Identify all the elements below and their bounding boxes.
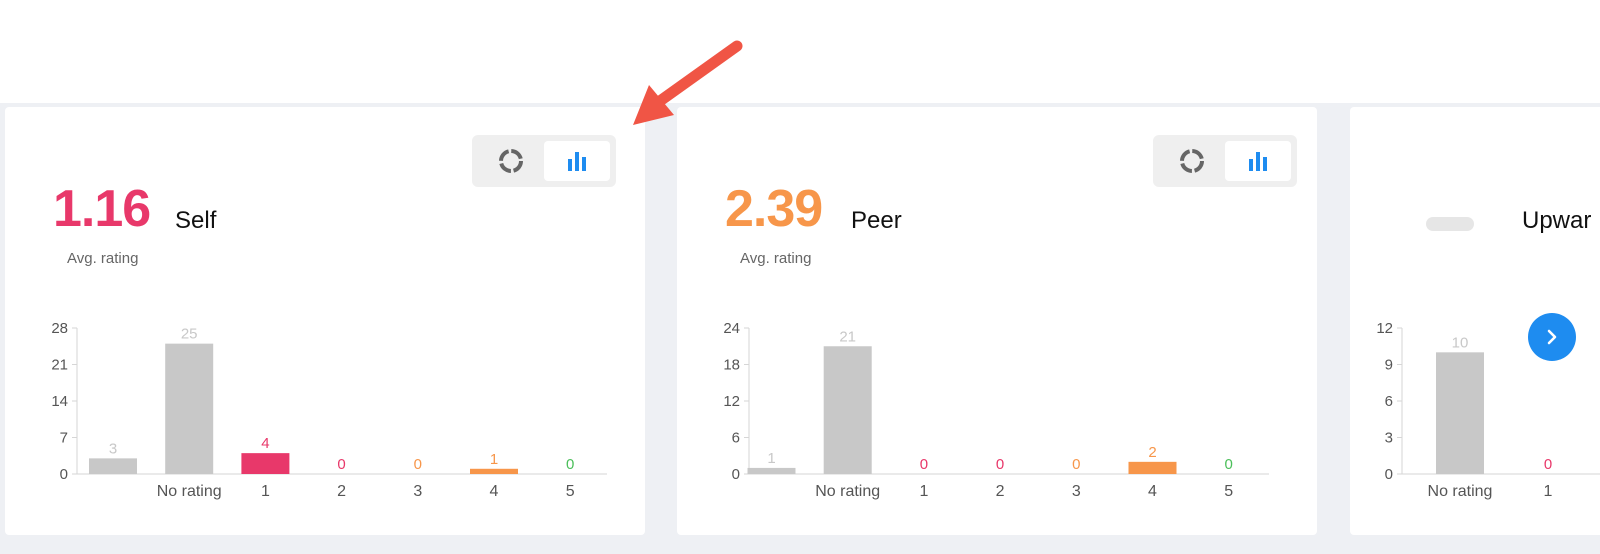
bar[interactable] (241, 453, 290, 474)
rating-distribution-chart: 06121824121No rating0102032405 (723, 320, 1269, 500)
x-tick-label: No rating (157, 483, 222, 500)
upward-rating-card: Upwar 0 3 6 9 12 10 No rating 0 1 (1350, 107, 1600, 535)
x-tick-label: 1 (919, 483, 928, 500)
bar-value-label: 21 (839, 328, 856, 345)
x-tick-label: 1 (261, 483, 270, 500)
y-tick-label: 28 (51, 320, 68, 337)
y-tick-label: 6 (732, 430, 740, 447)
y-tick-label: 12 (723, 393, 740, 410)
x-tick-label: No rating (815, 483, 880, 500)
bar-value-label: 0 (920, 456, 928, 473)
bar[interactable] (470, 468, 518, 474)
bar-value-label: 10 (1452, 334, 1469, 351)
bar-value-label: 2 (1148, 444, 1156, 461)
bar-value-label: 1 (767, 450, 775, 467)
y-tick-label: 18 (723, 357, 740, 374)
bar-value-label: 0 (996, 456, 1004, 473)
x-tick-label: 3 (413, 483, 422, 500)
x-tick-label: 1 (1544, 483, 1553, 500)
bar-value-label: 0 (1072, 456, 1080, 473)
peer-rating-card: 2.39 Peer Avg. rating 0 6 12 18 24 1 21 No rati… (677, 107, 1317, 535)
x-tick-label: 2 (337, 483, 346, 500)
y-tick-label: 21 (51, 357, 68, 374)
bar-value-label: 0 (566, 456, 574, 473)
bar-value-label: 4 (261, 435, 269, 452)
x-tick-label: 4 (1148, 483, 1157, 500)
bar[interactable] (1436, 352, 1484, 474)
y-tick-label: 0 (1385, 466, 1393, 483)
bar[interactable] (823, 346, 872, 474)
bar-value-label: 0 (337, 456, 345, 473)
bar[interactable] (165, 343, 214, 474)
next-card-button[interactable] (1528, 313, 1576, 361)
y-tick-label: 0 (60, 466, 68, 483)
x-tick-label: 2 (996, 483, 1005, 500)
rating-distribution-chart: 07142128325No rating4102031405 (51, 320, 607, 500)
annotation-arrow-shaft (654, 40, 743, 107)
y-tick-label: 9 (1385, 357, 1393, 374)
bar-value-label: 0 (1544, 456, 1552, 473)
x-tick-label: 5 (566, 483, 575, 500)
y-tick-label: 0 (732, 466, 740, 483)
x-tick-label: 5 (1224, 483, 1233, 500)
bar[interactable] (747, 467, 796, 474)
bar-value-label: 0 (414, 456, 422, 473)
y-tick-label: 3 (1385, 430, 1393, 447)
y-tick-label: 12 (1376, 320, 1393, 337)
x-tick-label: 3 (1072, 483, 1081, 500)
bar-value-label: 0 (1225, 456, 1233, 473)
self-rating-card: 1.16 Self Avg. rating 0 7 14 21 28 3 25 No rati… (5, 107, 645, 535)
x-tick-label: 4 (490, 483, 499, 500)
bar-value-label: 1 (490, 451, 498, 468)
y-tick-label: 7 (60, 430, 68, 447)
y-tick-label: 14 (51, 393, 68, 410)
y-tick-label: 6 (1385, 393, 1393, 410)
bar[interactable] (89, 458, 137, 474)
chevron-right-icon (1547, 329, 1557, 345)
x-tick-label: No rating (1428, 483, 1493, 500)
bar-value-label: 3 (109, 440, 117, 457)
y-tick-label: 24 (723, 320, 740, 337)
bar-value-label: 25 (181, 326, 198, 343)
bar[interactable] (1128, 461, 1177, 474)
